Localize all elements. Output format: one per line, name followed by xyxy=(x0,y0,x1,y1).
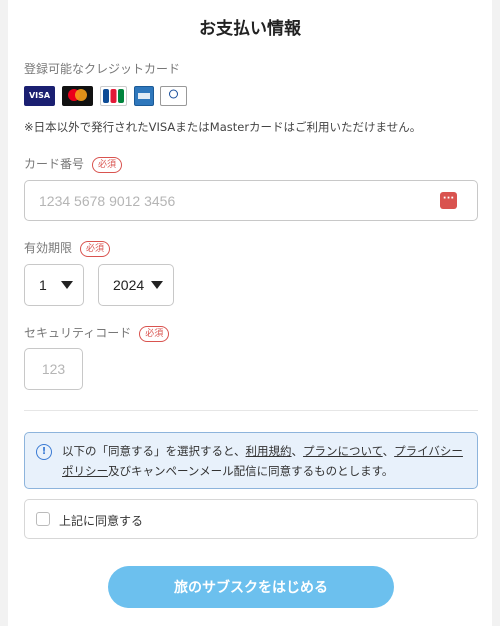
accepted-cards-label: 登録可能なクレジットカード xyxy=(24,62,181,76)
info-separator: 、 xyxy=(291,444,304,458)
card-autofill-icon[interactable]: ··· xyxy=(440,192,457,209)
plan-info-link[interactable]: プランについて xyxy=(303,444,383,458)
expiry-year-select[interactable]: 2024 xyxy=(98,264,174,306)
agreement-checkbox-row[interactable]: 上記に同意する xyxy=(24,499,478,539)
page-title: お支払い情報 xyxy=(199,19,301,39)
expiry-month-value: 1 xyxy=(39,277,47,293)
info-suffix: 及びキャンペーンメール配信に同意するものとします。 xyxy=(108,464,394,478)
start-subscription-button[interactable]: 旅のサブスクをはじめる xyxy=(108,566,394,608)
info-icon: ! xyxy=(36,444,52,460)
info-prefix: 以下の「同意する」を選択すると、 xyxy=(62,444,246,458)
card-number-input[interactable] xyxy=(39,181,419,220)
required-badge: 必須 xyxy=(92,157,123,173)
agreement-checkbox[interactable] xyxy=(36,512,50,526)
security-code-input[interactable] xyxy=(25,349,82,389)
jcb-logo-icon xyxy=(100,86,127,106)
security-code-label-row: セキュリティコード 必須 xyxy=(24,324,170,342)
info-separator: 、 xyxy=(382,444,395,458)
expiry-label: 有効期限 xyxy=(24,241,73,255)
section-divider xyxy=(24,410,478,411)
mastercard-logo-icon xyxy=(62,86,93,106)
terms-info-box: ! 以下の「同意する」を選択すると、利用規約、プランについて、プライバシーポリシ… xyxy=(24,432,478,489)
dropdown-caret-icon xyxy=(151,281,163,289)
card-number-label-row: カード番号 必須 xyxy=(24,155,123,173)
security-code-field[interactable] xyxy=(24,348,83,390)
expiry-year-value: 2024 xyxy=(113,277,145,293)
terms-of-use-link[interactable]: 利用規約 xyxy=(246,444,292,458)
visa-logo-icon: VISA xyxy=(24,86,55,106)
card-restriction-note: ※日本以外で発行されたVISAまたはMasterカードはご利用いただけません。 xyxy=(24,120,422,134)
amex-logo-icon xyxy=(134,86,154,106)
expiry-label-row: 有効期限 必須 xyxy=(24,239,111,257)
agreement-label[interactable]: 上記に同意する xyxy=(59,512,143,529)
dropdown-caret-icon xyxy=(61,281,73,289)
expiry-month-select[interactable]: 1 xyxy=(24,264,84,306)
diners-club-logo-icon xyxy=(160,86,187,106)
payment-form-page: お支払い情報 登録可能なクレジットカード VISA ※日本以外で発行されたVIS… xyxy=(8,0,492,626)
security-code-label: セキュリティコード xyxy=(24,326,132,340)
terms-info-text: 以下の「同意する」を選択すると、利用規約、プランについて、プライバシーポリシー及… xyxy=(62,441,467,481)
card-number-field[interactable]: ··· xyxy=(24,180,478,221)
card-number-label: カード番号 xyxy=(24,157,85,171)
required-badge: 必須 xyxy=(139,326,170,342)
required-badge: 必須 xyxy=(80,241,111,257)
